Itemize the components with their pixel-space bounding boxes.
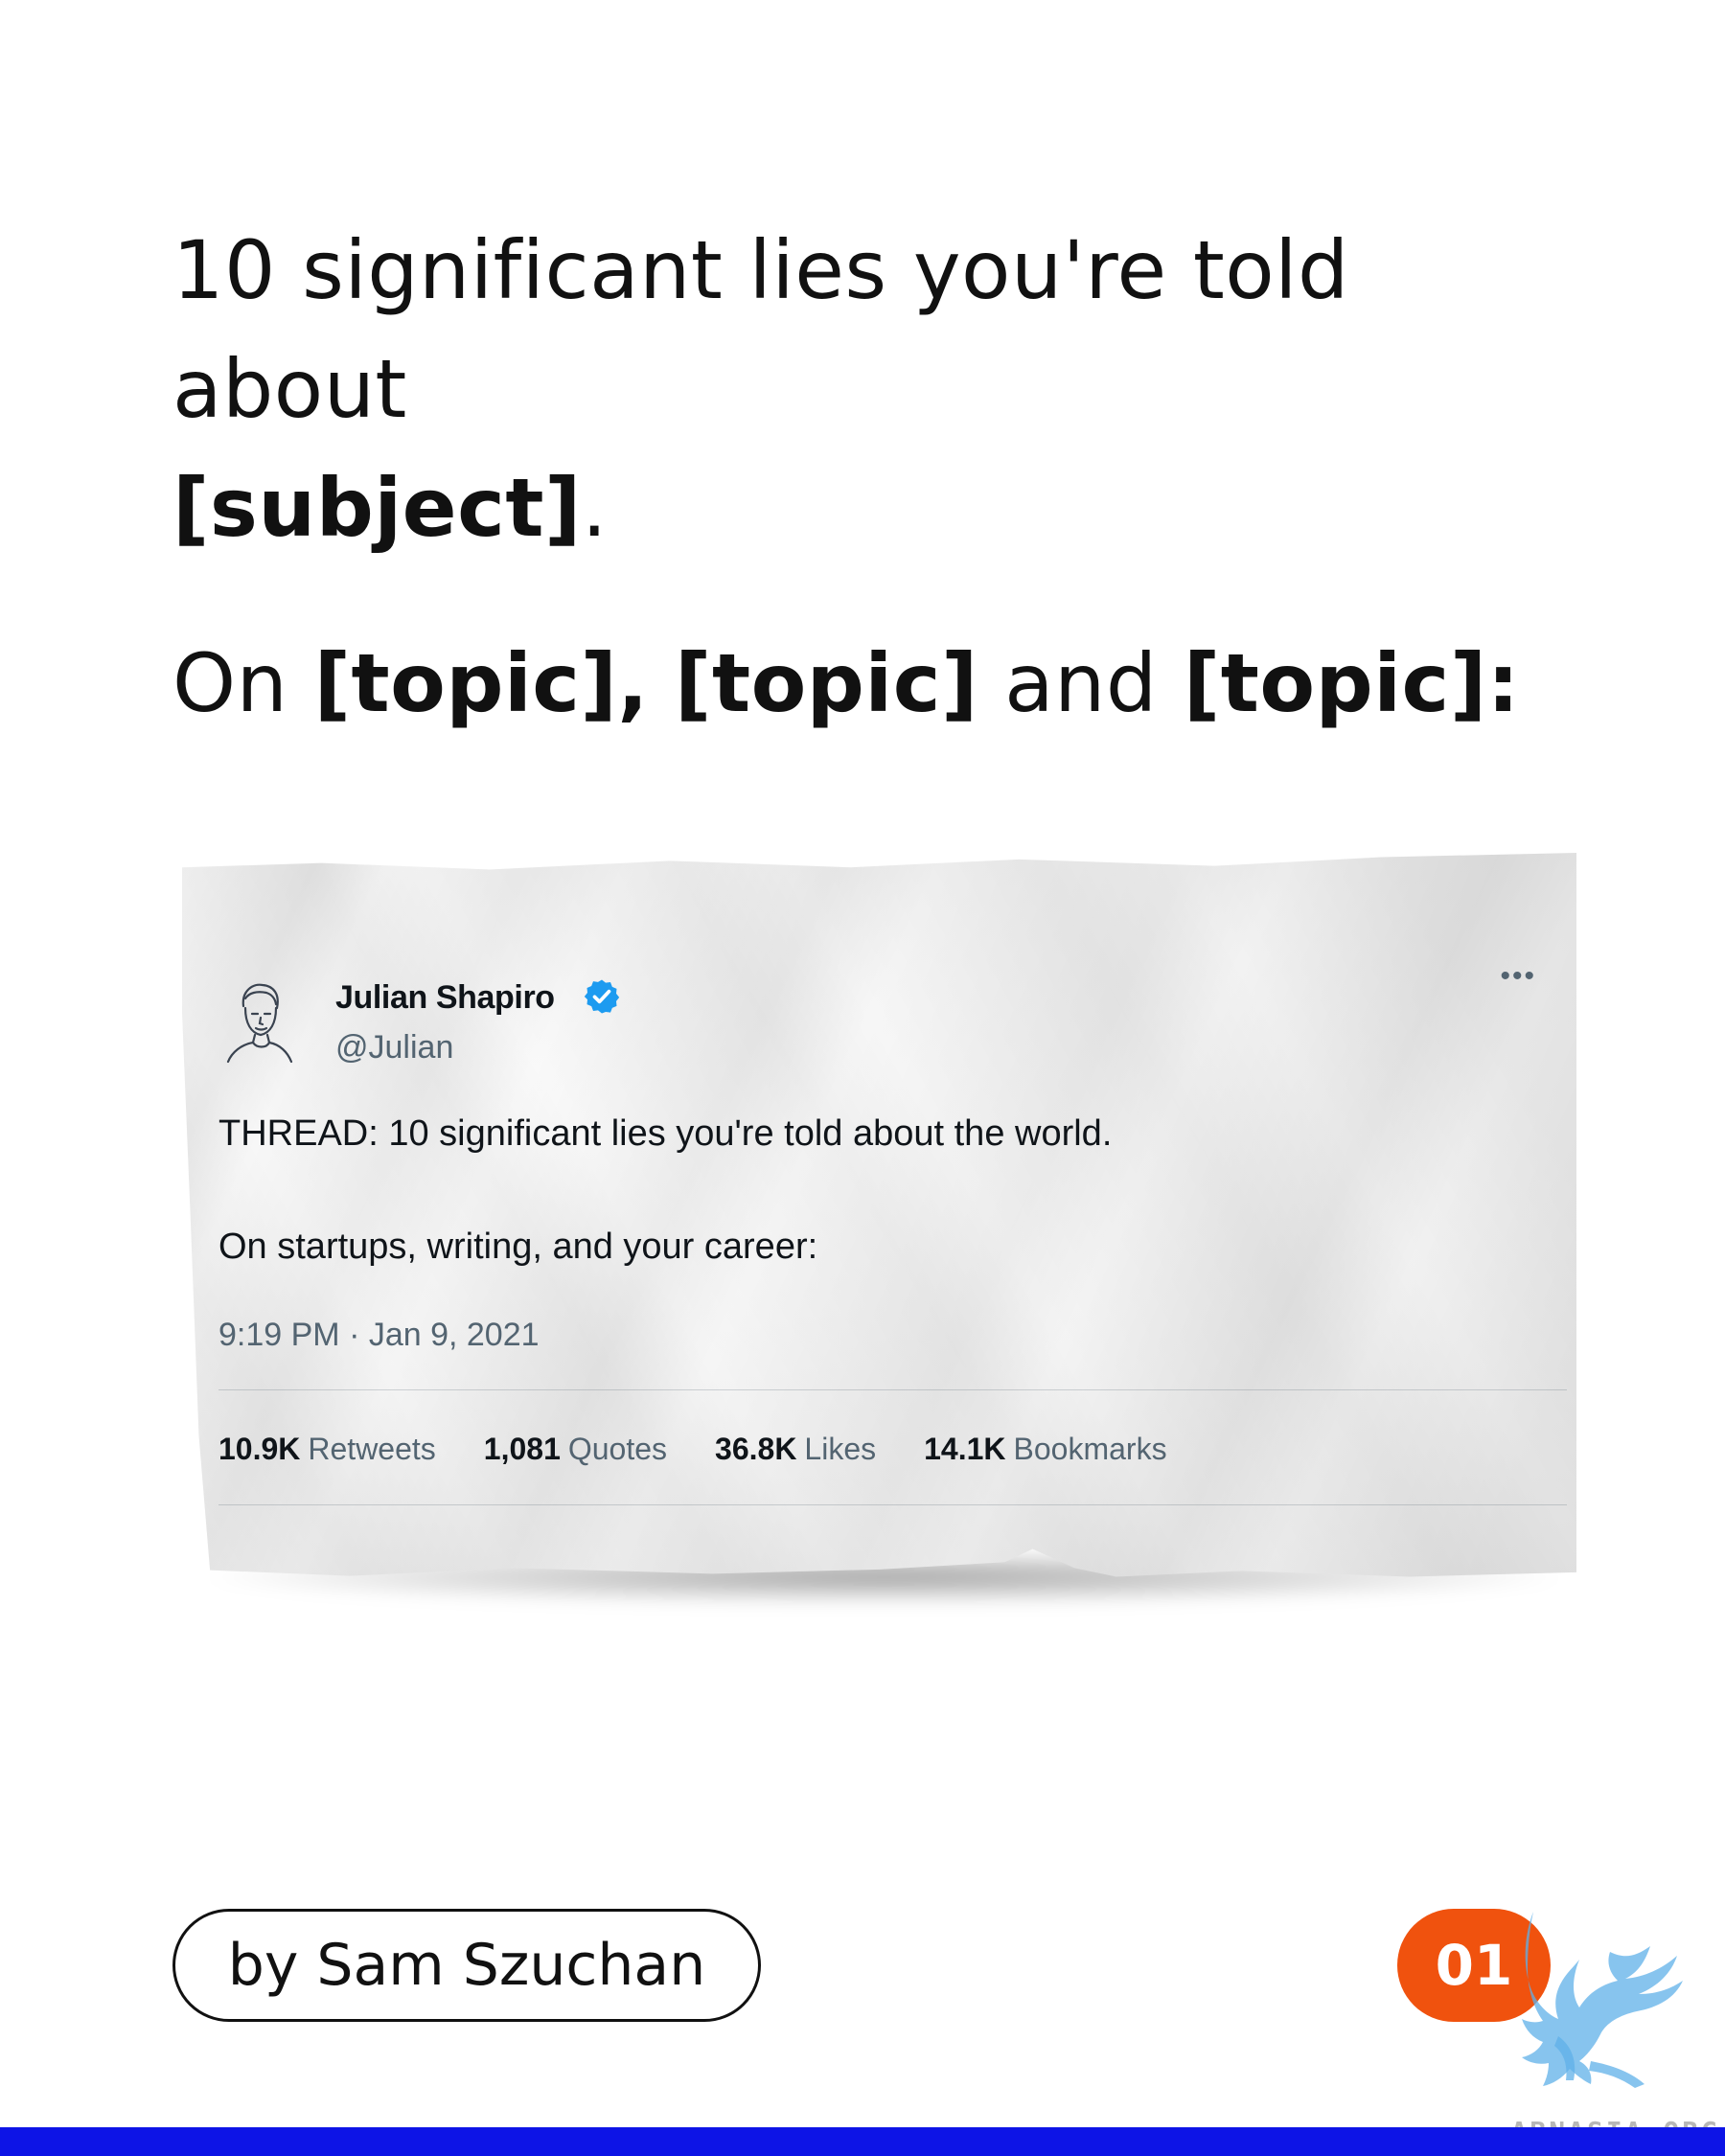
avatar[interactable] xyxy=(224,977,293,1064)
headline-topic-3: [topic]: xyxy=(1183,636,1520,730)
tweet-text-line-1: THREAD: 10 significant lies you're told … xyxy=(218,1113,1113,1154)
stat-value: 1,081 xyxy=(483,1432,561,1466)
stat-label: Bookmarks xyxy=(1013,1432,1167,1466)
stat-retweets[interactable]: 10.9K Retweets xyxy=(218,1432,436,1467)
headline-line-2: On [topic], [topic] and [topic]: xyxy=(172,631,1591,736)
headline-topic-2: [topic] xyxy=(675,636,978,730)
stat-quotes[interactable]: 1,081 Quotes xyxy=(484,1432,667,1467)
headline: 10 significant lies you're told about [s… xyxy=(172,211,1591,736)
stat-label: Quotes xyxy=(567,1432,668,1466)
headline-topic-1: [topic], xyxy=(313,636,649,730)
byline-pill: by Sam Szuchan xyxy=(172,1909,761,2022)
stat-label: Retweets xyxy=(308,1432,436,1466)
headline-and: and xyxy=(1004,636,1158,730)
headline-line-1: 10 significant lies you're told about [s… xyxy=(172,211,1591,567)
stat-value: 14.1K xyxy=(924,1432,1006,1466)
tweet: Julian Shapiro @Julian ••• THREAD: 10 si… xyxy=(182,853,1576,1581)
tweet-text-line-2: On startups, writing, and your career: xyxy=(218,1227,818,1267)
headline-prefix: 10 significant lies you're told about xyxy=(172,223,1349,436)
bottom-accent-bar xyxy=(0,2127,1725,2156)
stat-bookmarks[interactable]: 14.1K Bookmarks xyxy=(924,1432,1166,1467)
tweet-card: Julian Shapiro @Julian ••• THREAD: 10 si… xyxy=(182,853,1576,1606)
headline-period: . xyxy=(581,461,609,555)
headline-on: On xyxy=(172,636,288,730)
tweet-timestamp[interactable]: 9:19 PM · Jan 9, 2021 xyxy=(218,1317,540,1354)
author-name[interactable]: Julian Shapiro xyxy=(335,979,555,1017)
more-options-icon[interactable]: ••• xyxy=(1500,960,1536,993)
stat-label: Likes xyxy=(804,1432,877,1466)
headline-subject: [subject] xyxy=(172,461,582,555)
page-number-badge: 01 xyxy=(1397,1909,1551,2022)
stats-divider-top xyxy=(218,1389,1567,1390)
stat-value: 10.9K xyxy=(218,1432,301,1466)
stat-likes[interactable]: 36.8K Likes xyxy=(715,1432,876,1467)
tweet-stats: 10.9K Retweets 1,081 Quotes 36.8K Likes 14.… xyxy=(218,1432,1167,1467)
author-handle[interactable]: @Julian xyxy=(335,1029,453,1067)
stat-value: 36.8K xyxy=(715,1432,797,1466)
stats-divider-bottom xyxy=(218,1504,1567,1505)
verified-badge-icon xyxy=(584,979,620,1014)
